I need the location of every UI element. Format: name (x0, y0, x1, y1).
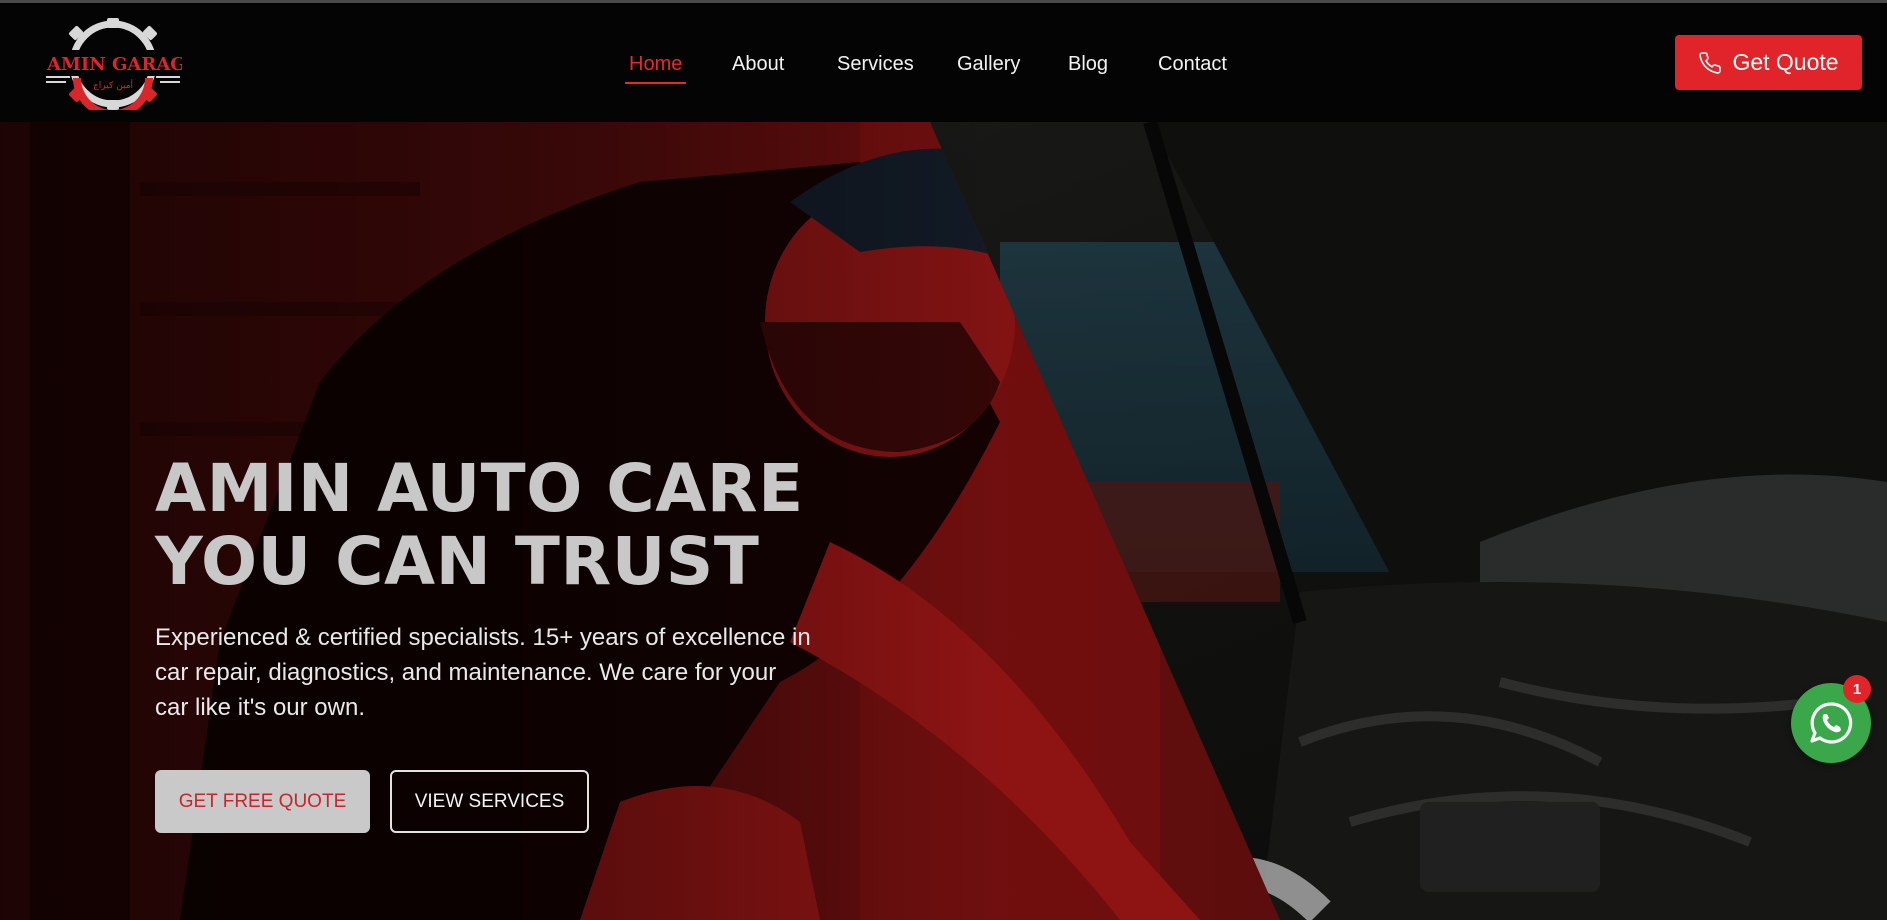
get-free-quote-button[interactable]: GET FREE QUOTE (155, 770, 370, 833)
nav-blog[interactable]: Blog (1068, 53, 1108, 76)
nav-services[interactable]: Services (837, 53, 914, 76)
nav-home[interactable]: Home (624, 53, 687, 84)
nav-contact[interactable]: Contact (1158, 53, 1227, 76)
phone-icon (1699, 51, 1722, 74)
hero-title-line-2: YOU CAN TRUST (155, 523, 760, 600)
nav-gallery[interactable]: Gallery (957, 53, 1020, 76)
get-quote-button[interactable]: Get Quote (1675, 35, 1862, 90)
view-services-button[interactable]: VIEW SERVICES (390, 770, 589, 833)
site-header: AMIN GARAGE أمين كيراج Home About Servic… (0, 3, 1887, 122)
hero-section: AMIN AUTO CARE YOU CAN TRUST Experienced… (0, 122, 1887, 920)
hero-title: AMIN AUTO CARE YOU CAN TRUST (155, 452, 804, 598)
get-quote-label: Get Quote (1732, 49, 1839, 75)
hero-title-line-1: AMIN AUTO CARE (155, 450, 804, 527)
whatsapp-icon (1810, 702, 1853, 744)
main-nav: Home About Services Gallery Blog Contact (0, 53, 1887, 84)
hero-description: Experienced & certified specialists. 15+… (155, 624, 811, 721)
whatsapp-notification-badge: 1 (1843, 675, 1871, 703)
nav-about[interactable]: About (732, 53, 784, 76)
